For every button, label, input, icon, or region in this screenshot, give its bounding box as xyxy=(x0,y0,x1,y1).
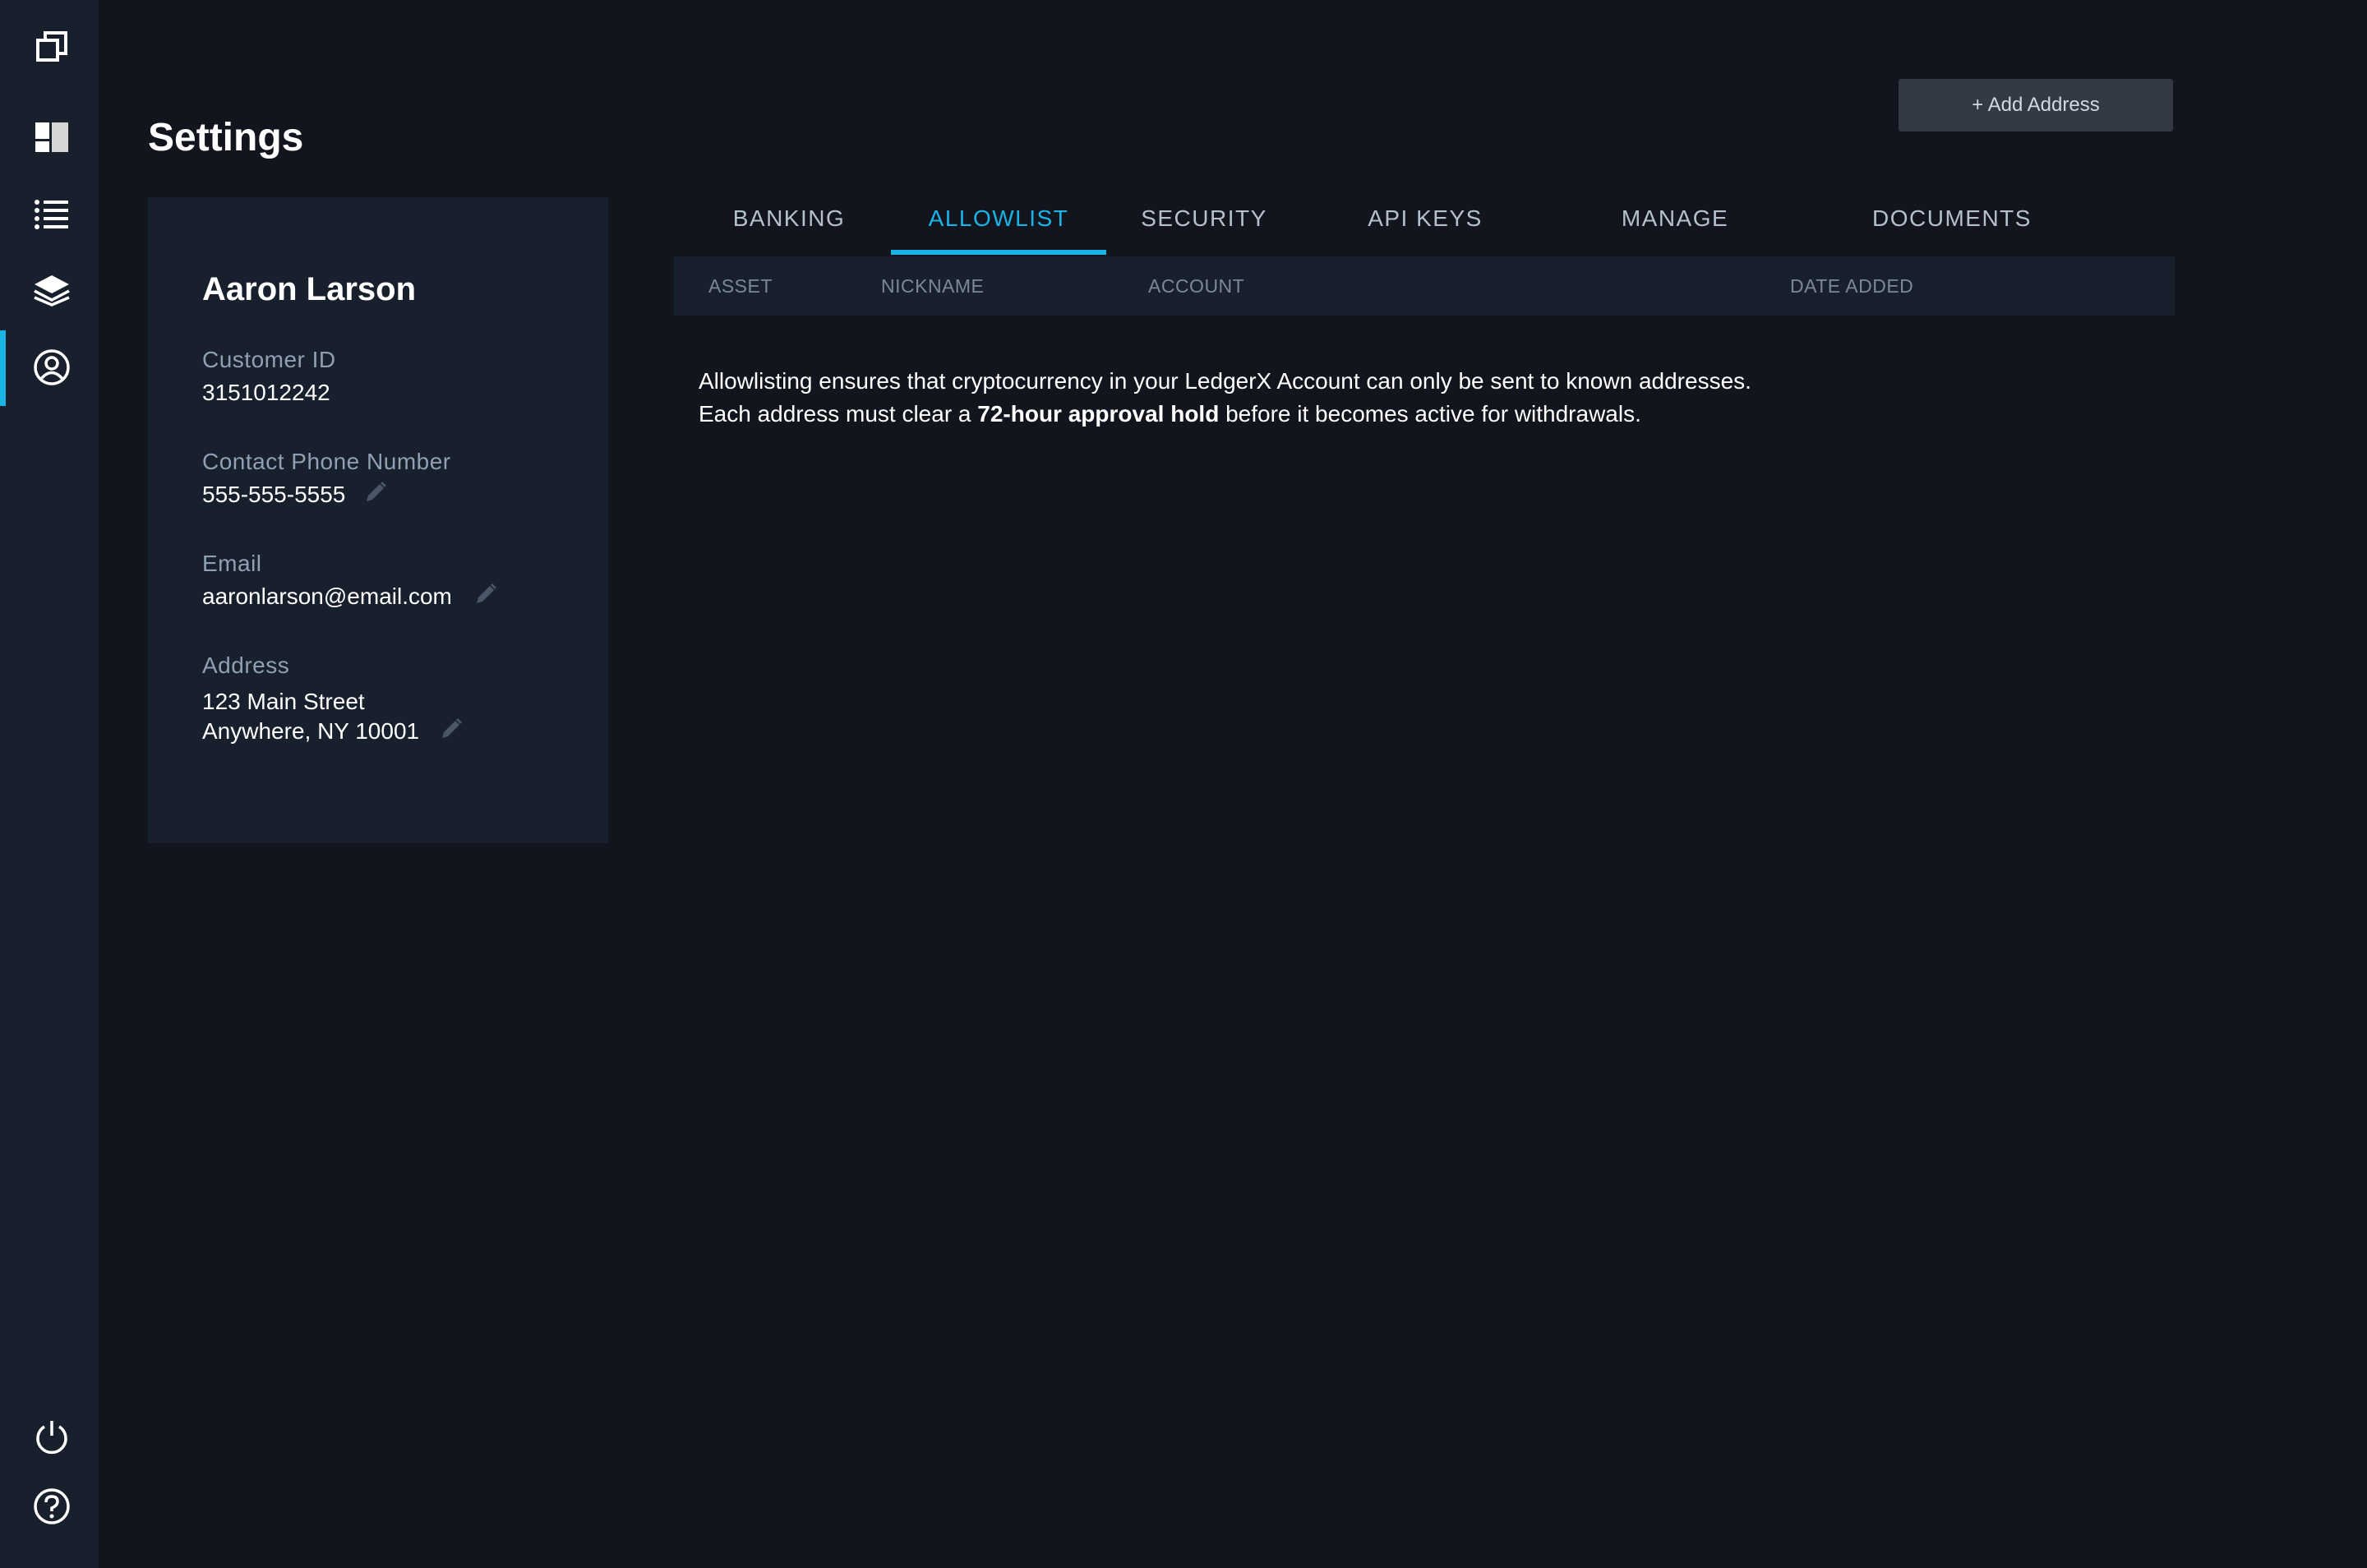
page-title: Settings xyxy=(148,116,304,159)
tab-manage-users[interactable]: MANAGE USERS xyxy=(1576,186,1774,297)
info-line-1: Allowlisting ensures that cryptocurrency… xyxy=(699,368,1751,394)
list-icon[interactable] xyxy=(30,192,74,237)
tab-documents[interactable]: DOCUMENTS xyxy=(1857,186,2046,256)
windows-icon[interactable] xyxy=(30,25,74,69)
customer-id-value: 3151012242 xyxy=(202,380,330,405)
info-line-2-end: before it becomes active for withdrawals… xyxy=(1219,401,1641,427)
profile-name: Aaron Larson xyxy=(202,271,417,307)
email-label: Email xyxy=(202,551,262,576)
address-label: Address xyxy=(202,653,290,678)
allowlist-table-header: ASSET NICKNAME ACCOUNT DATE ADDED xyxy=(674,256,2175,316)
layers-icon[interactable] xyxy=(30,268,74,312)
column-account: ACCOUNT xyxy=(1148,275,1245,297)
email-value: aaronlarson@email.com xyxy=(202,583,452,609)
edit-email-pencil-icon[interactable] xyxy=(473,582,498,614)
active-tab-underline xyxy=(891,250,1106,255)
profile-card: Aaron Larson Customer ID 3151012242 Cont… xyxy=(148,197,608,843)
user-circle-icon[interactable] xyxy=(30,345,74,390)
phone-row: 555-555-5555 xyxy=(202,480,388,512)
info-line-2-start: Each address must clear a xyxy=(699,401,978,427)
phone-value: 555-555-5555 xyxy=(202,482,346,507)
column-nickname: NICKNAME xyxy=(881,275,985,297)
power-icon[interactable] xyxy=(30,1415,74,1460)
tab-banking[interactable]: BANKING xyxy=(707,186,871,256)
column-asset: ASSET xyxy=(708,275,773,297)
tab-security[interactable]: SECURITY xyxy=(1134,186,1274,256)
customer-id-label: Customer ID xyxy=(202,347,336,372)
address-row: Anywhere, NY 10001 xyxy=(202,717,464,749)
phone-label: Contact Phone Number xyxy=(202,449,451,474)
info-approval-hold: 72-hour approval hold xyxy=(977,401,1220,427)
tab-api-keys[interactable]: API KEYS xyxy=(1359,186,1491,256)
dashboard-icon[interactable] xyxy=(30,115,74,159)
email-row: aaronlarson@email.com xyxy=(202,582,498,614)
allowlist-info: Allowlisting ensures that cryptocurrency… xyxy=(699,365,1751,431)
help-icon[interactable] xyxy=(30,1484,74,1529)
add-address-button[interactable]: + Add Address xyxy=(1899,79,2173,131)
address-line2: Anywhere, NY 10001 xyxy=(202,718,420,744)
edit-address-pencil-icon[interactable] xyxy=(439,717,464,749)
settings-tabs: BANKING ALLOWLIST SECURITY API KEYS MANA… xyxy=(674,186,2175,297)
active-indicator xyxy=(0,330,6,406)
info-line-2: Each address must clear a 72-hour approv… xyxy=(699,398,1751,431)
edit-phone-pencil-icon[interactable] xyxy=(363,480,388,512)
column-date-added: DATE ADDED xyxy=(1790,275,1914,297)
sidebar xyxy=(0,0,99,1568)
address-line1: 123 Main Street xyxy=(202,689,365,714)
tab-allowlist[interactable]: ALLOWLIST xyxy=(891,186,1106,256)
